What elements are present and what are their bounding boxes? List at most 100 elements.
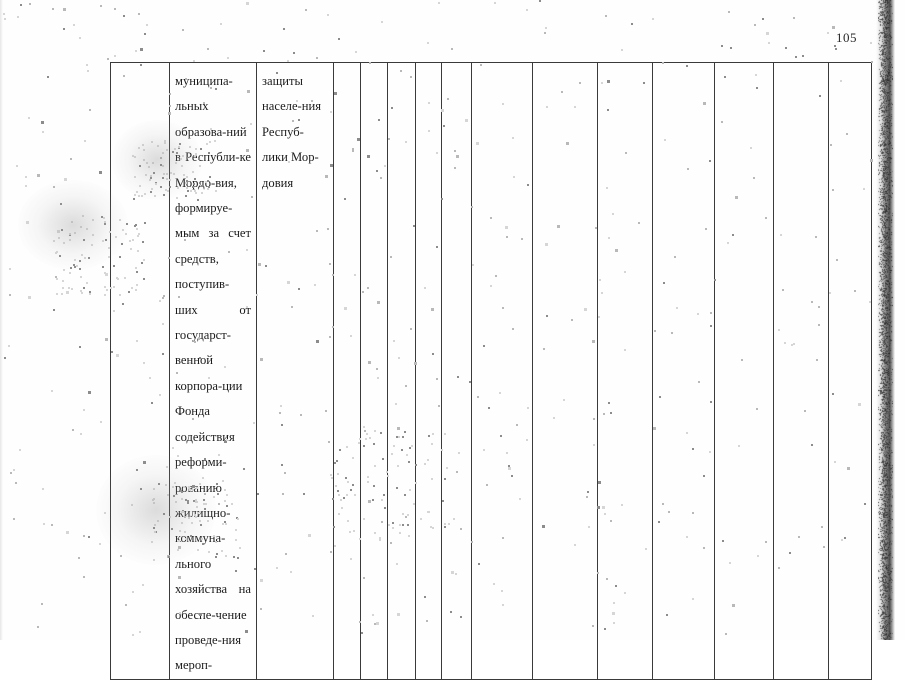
scan-speck	[283, 28, 285, 30]
table-cell-col-5	[360, 62, 388, 680]
scan-speck	[91, 244, 93, 246]
scan-speck	[86, 228, 88, 230]
scan-speck	[140, 48, 143, 51]
scan-speck	[92, 219, 94, 221]
scan-speck	[63, 28, 65, 30]
scan-speck	[106, 289, 108, 291]
scan-speck	[55, 252, 57, 254]
scan-speck	[51, 390, 53, 392]
scan-speck	[246, 2, 249, 5]
scan-speck	[4, 18, 6, 20]
scan-speck	[78, 557, 80, 559]
cell-text-col-6	[388, 63, 415, 69]
scan-speck	[79, 268, 81, 270]
scan-speck	[220, 23, 222, 25]
scan-speck	[58, 237, 60, 239]
scan-speck	[327, 14, 329, 16]
scan-speck	[832, 26, 835, 29]
scan-speck	[71, 288, 73, 290]
scan-speck	[338, 38, 340, 40]
scan-speck	[51, 524, 53, 526]
scan-speck	[355, 51, 357, 53]
scan-speck	[64, 178, 67, 181]
scan-speck	[28, 117, 30, 119]
table-cell-col-11	[597, 62, 653, 680]
scan-speck	[61, 293, 63, 295]
scan-speck	[86, 282, 88, 284]
scan-speck	[62, 280, 64, 282]
cell-text-col-5	[361, 63, 387, 69]
cell-text-col-2: муниципа-льных образова-ний в Республи-к…	[175, 74, 251, 673]
scan-speck	[60, 203, 62, 205]
table-cell-col-8	[441, 62, 472, 680]
scan-speck	[88, 536, 90, 538]
scan-speck	[66, 291, 69, 294]
scan-speck	[47, 76, 49, 78]
scan-speck	[73, 264, 75, 266]
scan-speck	[74, 232, 76, 234]
scan-speck	[13, 518, 15, 520]
scan-speck	[68, 287, 70, 289]
scan-speck	[56, 278, 58, 280]
scan-speck	[621, 49, 623, 51]
scan-speck	[144, 33, 146, 35]
scan-speck	[104, 286, 106, 288]
scan-speck	[99, 543, 101, 545]
scan-speck	[728, 11, 730, 13]
scan-speck	[88, 391, 91, 394]
scan-speck	[79, 346, 81, 348]
scan-speck	[71, 221, 73, 223]
left-scan-edge-artifact	[0, 0, 3, 640]
scan-speck	[754, 24, 756, 26]
scan-speck	[793, 17, 795, 19]
scan-speck	[92, 234, 94, 236]
scan-speck	[10, 472, 12, 474]
scan-speck	[41, 121, 44, 124]
table-cell-col-15	[828, 62, 872, 680]
scan-speck	[795, 56, 797, 58]
scan-speck	[451, 48, 453, 50]
cell-text-col-13	[715, 63, 773, 69]
scan-speck	[104, 512, 106, 514]
scan-speck	[721, 45, 723, 47]
scan-speck	[87, 70, 89, 72]
scan-speck	[59, 255, 61, 257]
scan-speck	[631, 23, 633, 25]
scan-speck	[79, 37, 81, 39]
scan-speck	[83, 535, 85, 537]
scan-speck	[80, 276, 82, 278]
scan-speck	[84, 257, 86, 259]
scan-speck	[15, 482, 17, 484]
table-cell-col-12	[652, 62, 715, 680]
scan-speck	[100, 5, 102, 7]
scan-speck	[69, 234, 71, 236]
scan-speck	[53, 240, 55, 242]
table-cell-col-2: муниципа-льных образова-ний в Республи-к…	[169, 62, 257, 680]
scan-speck	[52, 8, 54, 10]
scan-speck	[25, 176, 27, 178]
cell-text-col-3: защиты населе-ния Респуб-лики Мор-довия	[262, 74, 322, 190]
scan-speck	[57, 230, 60, 233]
table-cell-col-9	[471, 62, 533, 680]
scan-speck	[104, 223, 106, 225]
scan-speck	[827, 32, 829, 34]
scan-speck	[123, 15, 125, 17]
document-table: муниципа-льных образова-ний в Республи-к…	[110, 62, 872, 680]
table-cell-col-1	[110, 62, 170, 680]
table-cell-col-4	[333, 62, 361, 680]
scan-speck	[69, 239, 71, 241]
scan-speck	[105, 338, 108, 341]
scan-speck	[37, 626, 39, 628]
scan-speck	[105, 273, 108, 276]
scan-speck	[25, 185, 27, 187]
scan-speck	[81, 292, 83, 294]
scan-speck	[82, 215, 84, 217]
scan-speck	[41, 603, 43, 605]
table-cell-col-3: защиты населе-ния Респуб-лики Мор-довия	[256, 62, 334, 680]
scan-speck	[83, 239, 85, 241]
scan-speck	[56, 293, 58, 295]
scan-speck	[89, 109, 91, 111]
scan-speck	[61, 229, 63, 231]
scan-speck	[80, 226, 82, 228]
right-scan-edge-artifact	[876, 0, 895, 640]
